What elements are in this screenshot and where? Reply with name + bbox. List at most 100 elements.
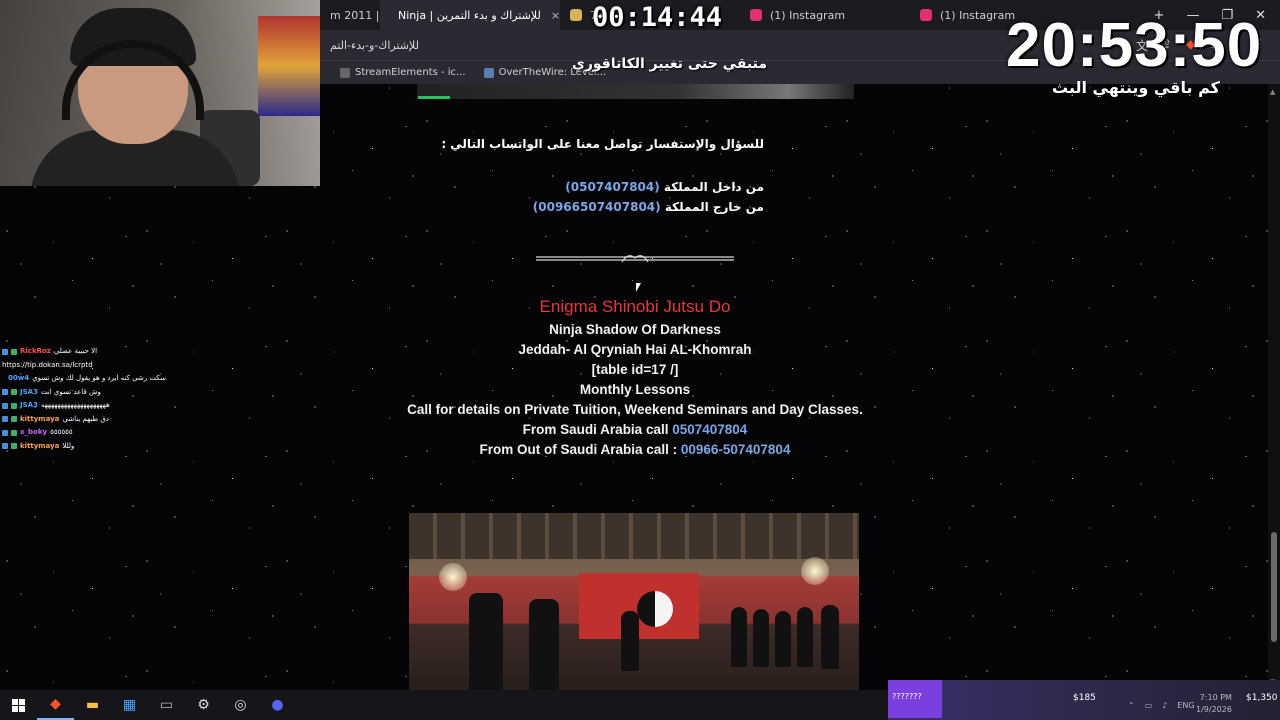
webcam-poster (258, 16, 320, 116)
chat-username: kittymaya (20, 414, 60, 423)
dojo-info: Enigma Shinobi Jutsu Do Ninja Shadow Of … (320, 294, 950, 460)
chat-message: kittymaya ولللا (2, 440, 162, 454)
tab-label: m 2011 | لا (330, 8, 380, 22)
chevron-up-icon[interactable]: ⌃ (1128, 701, 1135, 710)
student-figure (775, 611, 791, 667)
dojo-line: Monthly Lessons (579, 382, 691, 397)
instagram-icon (920, 9, 932, 21)
page-content: للسؤال والإستفسار تواصل معنا على الواتسا… (320, 84, 1270, 690)
chat-badge-icon (11, 348, 17, 355)
tab-favicon-icon (570, 9, 582, 21)
dojo-light (439, 563, 467, 591)
url-field[interactable]: للإشتراك-و-بدء-التم (330, 39, 419, 52)
tab-label: (1) Instagram (940, 8, 1016, 22)
chat-text: دق طبهم يناشي (62, 414, 109, 423)
chat-text: الا حبيبة عضلي (53, 347, 98, 355)
language-indicator[interactable]: ENG (1177, 701, 1194, 710)
chat-message: https://tip.dokan.sa/lcrptd (2, 359, 162, 373)
chat-badge-icon (2, 348, 8, 355)
browser-tab[interactable]: (1) Instagram (740, 0, 910, 30)
chat-badge-icon (2, 443, 8, 450)
webcam-feed (0, 0, 320, 186)
chat-text: ٥٥٥٥٥٥ (50, 428, 73, 436)
chat-username: RickRoz (20, 347, 51, 355)
app-icon[interactable]: ▭ (148, 690, 185, 720)
chat-username: x_boky (20, 428, 48, 436)
chat-message: x_boky ٥٥٥٥٥٥ (2, 426, 162, 440)
chat-badge-icon (11, 443, 17, 450)
tab-label: Ninja | للإشتراك و بدء التمرين (398, 8, 541, 22)
student-figure (797, 607, 813, 667)
overthewire-icon (483, 67, 494, 78)
file-explorer-icon[interactable]: ▬ (74, 690, 111, 720)
brave-icon[interactable]: ◆ (37, 690, 74, 720)
outside-kingdom-number[interactable]: (00966507407804) (533, 200, 661, 214)
windows-icon (12, 698, 25, 712)
chat-text: سكت رشي كنه ايرد و هو يقول لك وش تسوي (32, 374, 166, 382)
chat-badge-icon (11, 416, 17, 423)
obs-icon[interactable]: ◎ (222, 690, 259, 720)
dojo-light (801, 557, 829, 585)
system-date: 1/9/2026 (1196, 705, 1232, 714)
yin-yang-icon (637, 591, 673, 627)
chat-message: JSA3 ههههههههههههههههههههه (2, 399, 162, 413)
system-time: 7:10 PM (1199, 693, 1232, 702)
donation-amount: $185 (1073, 693, 1096, 703)
ornament-divider (536, 255, 734, 263)
student-figure (731, 607, 747, 667)
abroad-call-label: From Out of Saudi Arabia call : (479, 442, 678, 457)
student-figure (529, 599, 559, 690)
abroad-call-line: From Out of Saudi Arabia call : 00966-50… (320, 440, 950, 460)
network-icon[interactable]: ▭ (1145, 701, 1153, 710)
stream-clock: 20:53:50 (1006, 11, 1263, 80)
donation-goal-label: ??????? (892, 692, 922, 701)
start-button[interactable] (0, 690, 37, 720)
inside-kingdom-line: من داخل المملكة (0507407804) (565, 180, 764, 194)
volume-icon[interactable]: ♪ (1162, 701, 1167, 710)
settings-icon[interactable]: ⚙ (185, 690, 222, 720)
stream-chat: RickRoz الا حبيبة عضلي https://tip.dokan… (2, 345, 166, 454)
close-tab-icon[interactable]: × (551, 9, 560, 22)
inside-kingdom-number[interactable]: (0507407804) (565, 180, 659, 194)
chat-message: RickRoz الا حبيبة عضلي (2, 345, 162, 359)
dojo-line: [table id=17 /] (591, 362, 679, 377)
category-countdown-label: متبقي حتى تغيير الكاتاقوري (572, 56, 768, 72)
student-figure (821, 605, 839, 669)
chat-text: ولللا (62, 441, 75, 450)
dojo-roof (409, 513, 859, 559)
mouse-cursor-icon (636, 283, 641, 292)
chat-badge-icon (11, 389, 17, 396)
chat-username: JSA3 (20, 401, 38, 409)
scroll-thumb[interactable] (1271, 532, 1277, 642)
progress-accent (418, 96, 450, 99)
chat-text: وش قاعد تسوي انت (40, 387, 101, 396)
dojo-line: Call for details on Private Tuition, Wee… (407, 402, 863, 417)
chat-message: JSA3 وش قاعد تسوي انت (2, 386, 162, 400)
chat-username: kittymaya (20, 441, 60, 450)
page-scrollbar[interactable]: ▲ ▼ (1268, 84, 1280, 690)
bookmark-streamelements[interactable]: StreamElements - ic... (340, 67, 466, 78)
student-figure (469, 593, 503, 690)
chat-message: 00w4 سكت رشي كنه ايرد و هو يقول لك وش تس… (2, 372, 166, 386)
dojo-line: Ninja Shadow Of Darkness (549, 322, 721, 337)
chat-text: https://tip.dokan.sa/lcrptd (2, 360, 93, 369)
system-tray: ⌃ ▭ ♪ ENG (1128, 690, 1195, 720)
system-clock[interactable]: 7:10 PM 1/9/2026 (1196, 692, 1232, 716)
browser-tab[interactable]: m 2011 | لا (320, 0, 380, 30)
saudi-call-line: From Saudi Arabia call 0507407804 (320, 420, 950, 440)
bookmark-label: StreamElements - ic... (355, 67, 466, 78)
student-figure (621, 611, 639, 671)
abroad-call-number[interactable]: 00966-507407804 (681, 442, 791, 457)
discord-icon[interactable]: ● (259, 690, 296, 720)
scroll-up-icon[interactable]: ▲ (1270, 88, 1275, 96)
chat-username: JSA3 (20, 387, 38, 396)
browser-tab-active[interactable]: Ninja | للإشتراك و بدء التمرين × (380, 0, 560, 30)
store-icon[interactable]: ▦ (111, 690, 148, 720)
instagram-icon (750, 9, 762, 21)
category-countdown: 00:14:44 (592, 2, 723, 33)
saudi-call-number[interactable]: 0507407804 (672, 422, 747, 437)
chat-text: ههههههههههههههههههههه (40, 401, 110, 409)
saudi-call-label: From Saudi Arabia call (522, 422, 669, 437)
student-figure (753, 609, 769, 667)
inside-kingdom-label: من داخل المملكة (663, 180, 764, 194)
